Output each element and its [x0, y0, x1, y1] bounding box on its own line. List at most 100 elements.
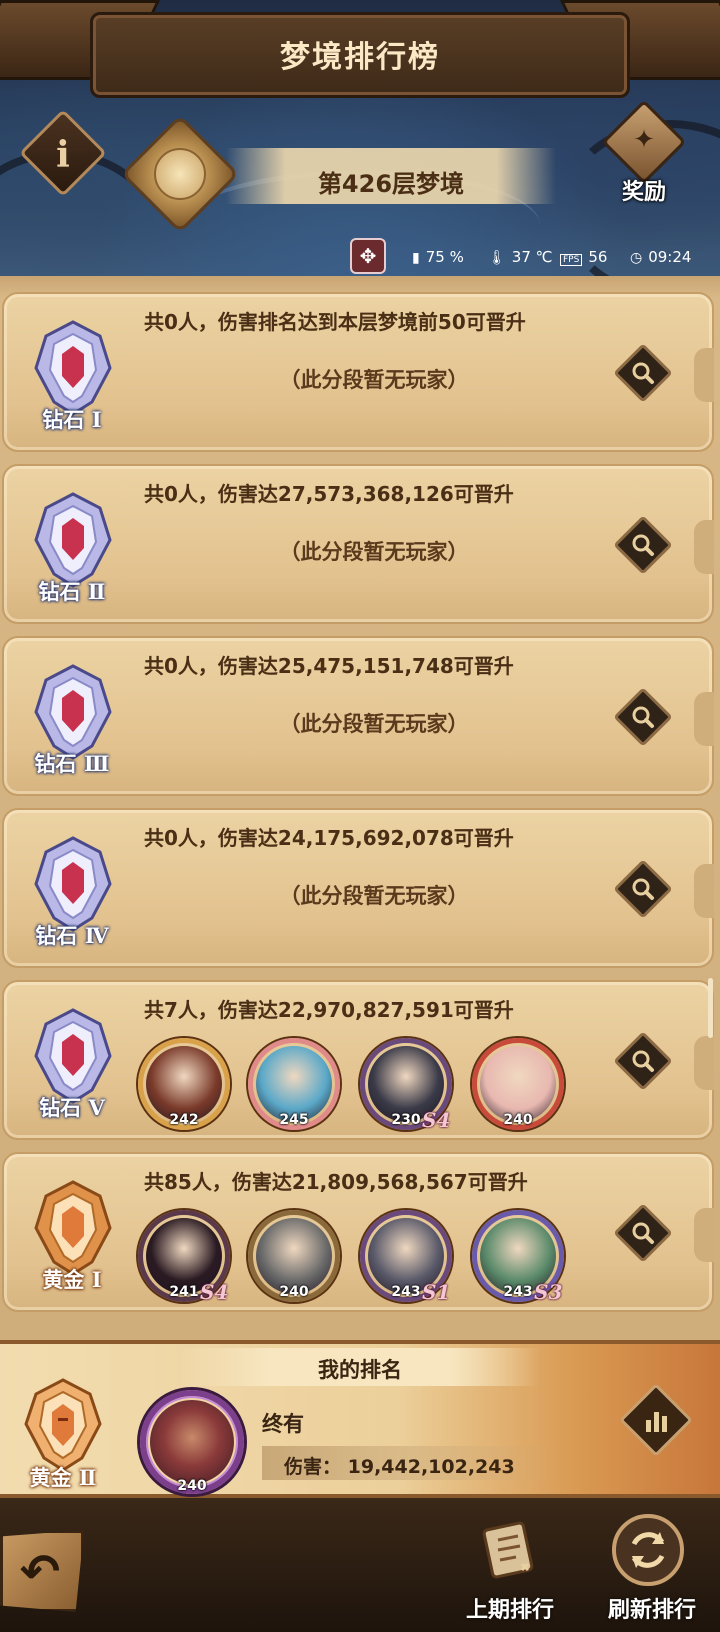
reward-label[interactable]: 奖励: [596, 174, 692, 206]
player-avatar[interactable]: 241 S4: [134, 1206, 234, 1306]
empty-tier-text: （此分段暂无玩家）: [279, 884, 469, 908]
avatar-portrait: [150, 1400, 234, 1484]
player-level: 245: [279, 1112, 309, 1128]
tier-summary: 共0人，伤害达25,475,151,748可晋升: [144, 654, 514, 678]
status-bar: ✥ ▮ 75 % 🌡 37 ℃ FPS 56 ◷ 09:24: [0, 238, 720, 274]
tier-row[interactable]: 钻石 Ⅴ 共7人，伤害达22,970,827,591可晋升 242 245 230 S4 2…: [2, 980, 714, 1140]
row-notch: [694, 520, 714, 574]
star-rank-badge: S4: [422, 1108, 451, 1132]
magnifier-icon: [632, 878, 654, 900]
tier-summary: 共0人，伤害达27,573,368,126可晋升: [144, 482, 514, 506]
battery-icon: ▮: [412, 250, 420, 266]
empty-tier-text: （此分段暂无玩家）: [279, 712, 469, 736]
tier-row[interactable]: 钻石 Ⅲ 共0人，伤害达25,475,151,748可晋升 （此分段暂无玩家）: [2, 636, 714, 796]
player-level: 241: [169, 1284, 199, 1300]
player-avatar[interactable]: 243 S3: [468, 1206, 568, 1306]
player-level: 243: [391, 1284, 421, 1300]
page-title: 梦境排行榜: [280, 40, 440, 75]
tier-row[interactable]: 黄金 Ⅰ 共85人，伤害达21,809,568,567可晋升 241 S4 240 243…: [2, 1152, 714, 1312]
rank-label: 钻石 Ⅲ: [34, 751, 110, 776]
player-avatar[interactable]: 243 S1: [356, 1206, 456, 1306]
row-notch: [694, 692, 714, 746]
battery-status: ▮ 75 %: [412, 248, 464, 266]
thermometer-icon: 🌡: [488, 250, 506, 266]
diamond-rank-badge-icon: [34, 664, 112, 760]
avatar-portrait: [146, 1046, 222, 1122]
empty-tier-text: （此分段暂无玩家）: [279, 368, 469, 392]
rank-label: 钻石 Ⅱ: [38, 579, 106, 604]
info-icon: i: [56, 134, 70, 176]
rank-label: 钻石 Ⅰ: [42, 407, 102, 432]
row-notch: [694, 1036, 714, 1090]
back-arrow-icon: ↶: [19, 1544, 61, 1600]
diamond-rank-badge-icon: [34, 320, 112, 416]
my-rank-label: 黄金 Ⅱ: [29, 1465, 97, 1490]
magnifier-icon: [632, 534, 654, 556]
avatar-portrait: [256, 1046, 332, 1122]
player-avatar[interactable]: 242: [134, 1034, 234, 1134]
chest-icon: ✦: [633, 125, 655, 155]
diamond-rank-badge-icon: [34, 492, 112, 588]
move-icon[interactable]: ✥: [350, 238, 386, 274]
battery-value: 75 %: [425, 248, 464, 266]
my-player-name: 终有: [262, 1412, 304, 1436]
tier-row[interactable]: 钻石 Ⅰ 共0人，伤害排名达到本层梦境前50可晋升 （此分段暂无玩家）: [2, 292, 714, 452]
star-rank-badge: S4: [200, 1280, 229, 1304]
row-notch: [694, 864, 714, 918]
star-rank-badge: S1: [422, 1280, 451, 1304]
star-rank-badge: S3: [534, 1280, 563, 1304]
damage-label: 伤害：: [284, 1456, 342, 1478]
diamond-rank-badge-icon: [34, 836, 112, 932]
tier-row[interactable]: 钻石 Ⅳ 共0人，伤害达24,175,692,078可晋升 （此分段暂无玩家）: [2, 808, 714, 968]
tier-summary: 共0人，伤害达24,175,692,078可晋升: [144, 826, 514, 850]
tier-summary: 共85人，伤害达21,809,568,567可晋升: [144, 1170, 528, 1194]
player-level: 240: [279, 1284, 309, 1300]
player-level: 230: [391, 1112, 421, 1128]
rank-label: 钻石 Ⅴ: [39, 1095, 105, 1120]
last-period-button[interactable]: 上期排行: [450, 1592, 570, 1624]
clock-icon: ◷: [630, 250, 643, 266]
refresh-icon[interactable]: [610, 1512, 686, 1588]
magnifier-icon: [632, 1222, 654, 1244]
tier-summary: 共0人，伤害排名达到本层梦境前50可晋升: [144, 310, 526, 334]
refresh-button[interactable]: 刷新排行: [592, 1592, 712, 1624]
time-value: 09:24: [648, 248, 692, 266]
avatar-portrait: [256, 1218, 332, 1294]
row-notch: [694, 348, 714, 402]
player-avatar[interactable]: 240: [468, 1034, 568, 1134]
my-rank-panel: 我的排名 黄金 Ⅱ 240 终有 伤害： 19,442,102,243: [0, 1340, 720, 1498]
damage-value: 19,442,102,243: [347, 1456, 515, 1478]
diamond-rank-badge-icon: [34, 1008, 112, 1104]
avatar-portrait: [480, 1046, 556, 1122]
fps-icon: FPS: [560, 254, 583, 266]
temperature-value: 37 ℃: [511, 248, 553, 266]
gold-rank-badge-icon: [34, 1180, 112, 1276]
rank-label: 钻石 Ⅳ: [35, 923, 109, 948]
gold-rank-badge-icon: [24, 1378, 102, 1472]
empty-tier-text: （此分段暂无玩家）: [279, 540, 469, 564]
my-avatar[interactable]: 240: [140, 1390, 248, 1498]
scrollbar[interactable]: [708, 978, 713, 1038]
magnifier-icon: [632, 706, 654, 728]
fps-value: 56: [588, 248, 608, 266]
bar-chart-icon: [646, 1412, 667, 1432]
tier-summary: 共7人，伤害达22,970,827,591可晋升: [144, 998, 514, 1022]
player-avatar[interactable]: 240: [244, 1206, 344, 1306]
player-avatar[interactable]: 245: [244, 1034, 344, 1134]
player-level: 242: [169, 1112, 199, 1128]
rank-label: 黄金 Ⅰ: [42, 1267, 102, 1292]
floor-emblem-core: [154, 148, 206, 200]
magnifier-icon: [632, 362, 654, 384]
my-damage: 伤害： 19,442,102,243: [284, 1452, 515, 1479]
fps-status: FPS 56: [560, 248, 607, 266]
scroll-icon[interactable]: [470, 1512, 546, 1588]
my-level: 240: [177, 1478, 207, 1494]
magnifier-icon: [632, 1050, 654, 1072]
player-avatar[interactable]: 230 S4: [356, 1034, 456, 1134]
temperature-status: 🌡 37 ℃: [488, 248, 552, 266]
time-status: ◷ 09:24: [630, 248, 691, 266]
my-rank-title: 我的排名: [318, 1358, 402, 1382]
floor-label: 第426层梦境: [317, 170, 465, 198]
player-level: 243: [503, 1284, 533, 1300]
tier-row[interactable]: 钻石 Ⅱ 共0人，伤害达27,573,368,126可晋升 （此分段暂无玩家）: [2, 464, 714, 624]
